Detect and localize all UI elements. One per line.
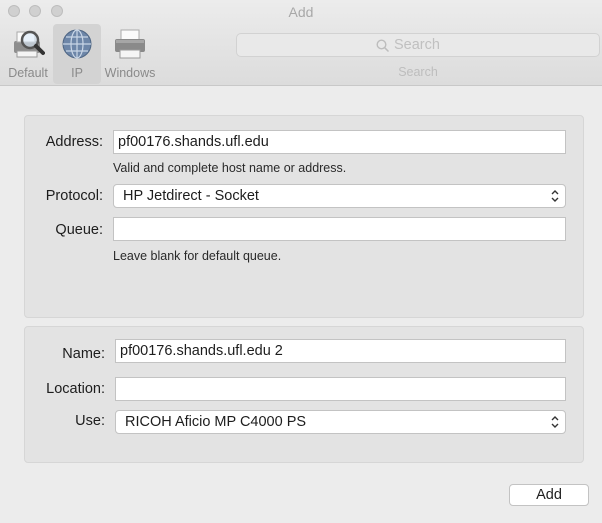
toolbar-windows-button[interactable]: Windows xyxy=(105,24,155,84)
queue-label: Queue: xyxy=(55,222,103,238)
address-field[interactable]: pf00176.shands.ufl.edu xyxy=(113,130,566,154)
name-field[interactable]: pf00176.shands.ufl.edu 2 xyxy=(115,339,566,363)
toolbar-ip-button[interactable]: IP xyxy=(53,24,101,84)
location-label: Location: xyxy=(46,381,105,397)
name-label: Name: xyxy=(62,346,105,362)
search-caption: Search xyxy=(398,65,438,79)
chevron-up-down-icon xyxy=(551,416,559,428)
driver-popup[interactable]: RICOH Aficio MP C4000 PS xyxy=(115,410,566,434)
search-icon xyxy=(376,39,390,53)
driver-value: RICOH Aficio MP C4000 PS xyxy=(125,414,307,430)
search-placeholder: Search xyxy=(394,37,440,53)
printer-icon xyxy=(115,29,145,59)
protocol-value: HP Jetdirect - Socket xyxy=(123,188,259,204)
toolbar-windows-label: Windows xyxy=(104,66,156,80)
chevron-up-down-icon xyxy=(551,190,559,202)
search-field[interactable]: Search xyxy=(236,33,600,57)
ip-settings-group: Address: pf00176.shands.ufl.edu Valid an… xyxy=(24,115,584,318)
queue-hint: Leave blank for default queue. xyxy=(113,249,282,263)
title-bar: Add Default IP Windows Search Search xyxy=(0,0,602,86)
magnifier-printer-icon xyxy=(14,30,45,58)
protocol-popup[interactable]: HP Jetdirect - Socket xyxy=(113,184,566,208)
window-title: Add xyxy=(288,4,314,20)
address-label: Address: xyxy=(45,134,103,150)
protocol-label: Protocol: xyxy=(45,188,103,204)
location-field[interactable] xyxy=(115,377,566,401)
use-label: Use: xyxy=(75,413,105,429)
address-hint: Valid and complete host name or address. xyxy=(113,161,347,175)
printer-info-group: Name: pf00176.shands.ufl.edu 2 Location:… xyxy=(24,326,584,463)
queue-field[interactable] xyxy=(113,217,566,241)
add-button[interactable]: Add xyxy=(509,484,589,506)
globe-icon xyxy=(62,29,92,59)
